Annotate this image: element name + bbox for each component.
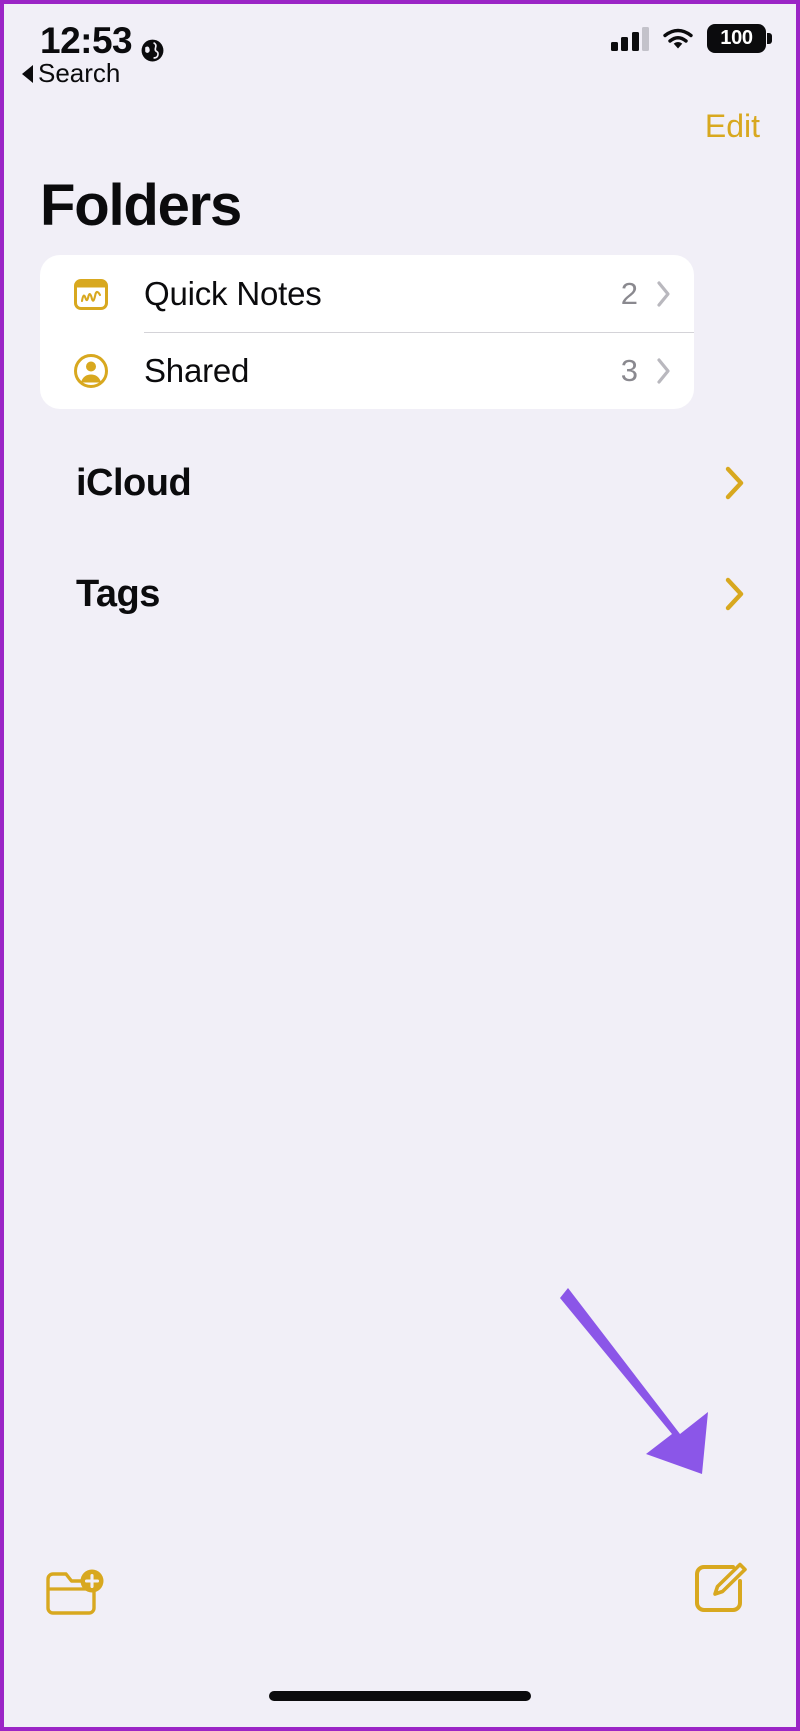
status-bar: 12:53 100 [4,18,796,68]
compose-note-icon [692,1562,750,1623]
shared-person-icon [68,351,114,391]
compose-note-button[interactable] [692,1561,750,1619]
back-link-label: Search [38,58,121,88]
pointer-arrow-icon [560,1284,730,1484]
chevron-right-icon [724,576,746,612]
section-label: iCloud [76,461,192,504]
globe-icon [140,30,165,62]
phone-screen: 12:53 100 Search Edit Folders Quick Note… [0,0,800,1731]
status-bar-time-group: 12:53 [40,20,165,62]
back-to-search-link[interactable]: Search [22,58,120,89]
folder-label: Shared [144,351,250,389]
folder-label: Quick Notes [144,274,322,312]
folder-row-quick-notes[interactable]: Quick Notes 2 [40,255,694,332]
wifi-icon [662,27,694,51]
new-folder-icon [44,1569,106,1625]
battery-level-label: 100 [720,27,753,49]
chevron-right-icon [656,357,672,385]
section-label: Tags [76,572,160,615]
cellular-signal-icon [610,26,649,51]
new-folder-button[interactable] [44,1565,106,1621]
edit-button[interactable]: Edit [705,108,760,145]
section-row-icloud[interactable]: iCloud [40,453,760,513]
folder-row-shared[interactable]: Shared 3 [40,332,694,409]
folders-card: Quick Notes 2 Shared 3 [40,255,694,409]
battery-full-icon: 100 [707,24,772,53]
back-triangle-icon [22,64,33,83]
chevron-right-icon [724,465,746,501]
quick-note-icon [68,274,114,314]
status-bar-clock: 12:53 [40,20,133,61]
bottom-toolbar [4,1553,796,1643]
chevron-right-icon [656,280,672,308]
home-indicator[interactable] [269,1691,531,1701]
status-bar-indicators: 100 [610,24,772,53]
section-row-tags[interactable]: Tags [40,564,760,624]
folder-count: 3 [620,352,638,388]
folder-count: 2 [620,275,638,311]
page-title: Folders [40,173,242,238]
